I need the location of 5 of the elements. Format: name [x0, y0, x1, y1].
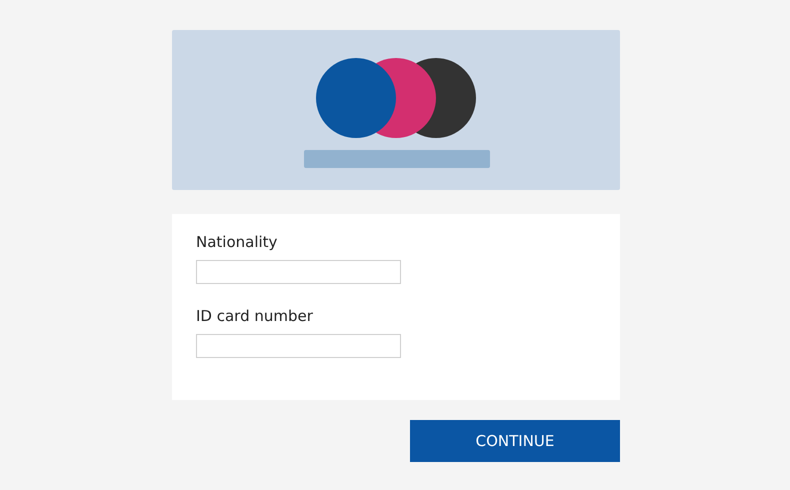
input-field[interactable] [196, 260, 401, 284]
input-field[interactable] [196, 334, 401, 358]
field-label: Nationality [196, 232, 278, 252]
continue-button[interactable]: CONTINUE [410, 420, 620, 462]
field-label: ID card number [196, 306, 313, 326]
